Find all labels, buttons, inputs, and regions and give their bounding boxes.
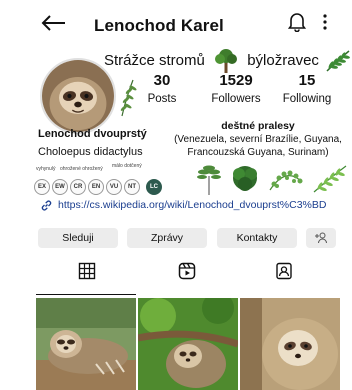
iucn-lc: LC <box>146 179 162 195</box>
iucn-ex: EX <box>34 179 50 195</box>
iucn-scale-labels: vyhynulý ohrožené ohrožený málo dotčený <box>36 163 176 176</box>
fern-icon <box>326 50 351 72</box>
reels-icon[interactable] <box>178 262 196 280</box>
habitat-line-2: Francouzská Guyana, Surinam) <box>187 147 329 158</box>
sloth-avatar-image <box>42 60 114 132</box>
stat-posts[interactable]: 30 Posts <box>136 72 188 105</box>
habitat-info: deštné pralesy (Venezuela, severní Brazí… <box>166 120 350 159</box>
tagged-icon[interactable] <box>275 262 293 280</box>
bio-link[interactable]: https://cs.wikipedia.org/wiki/Lenochod_d… <box>40 198 350 214</box>
iucn-en: EN <box>88 179 104 195</box>
iucn-cr: CR <box>70 179 86 195</box>
link-icon <box>41 200 52 211</box>
followers-label: Followers <box>211 93 261 105</box>
bio-tagline-part2: býložravec <box>247 51 319 69</box>
add-user-icon <box>315 232 327 244</box>
iucn-vu: VU <box>106 179 122 195</box>
contacts-button[interactable]: Kontakty <box>217 228 297 248</box>
add-user-button[interactable] <box>306 228 336 248</box>
followers-count: 1529 <box>219 72 253 89</box>
sloth-photo-3 <box>240 298 340 390</box>
profile-tabs <box>0 256 352 295</box>
stat-following[interactable]: 15 Following <box>272 72 342 105</box>
bio-tagline-part1: Strážce stromů <box>104 51 205 69</box>
top-bar: Lenochod Karel <box>0 0 352 44</box>
arrow-left-icon[interactable] <box>40 14 66 32</box>
more-vertical-icon[interactable] <box>322 12 328 32</box>
post-grid <box>36 298 348 390</box>
habitat-line-1: (Venezuela, severní Brazílie, Guyana, <box>174 134 342 145</box>
habitat-title: deštné pralesy <box>221 120 295 132</box>
iucn-label-threatened: ohrožené ohrožený <box>60 166 103 172</box>
post-thumbnail[interactable] <box>36 298 136 390</box>
following-label: Following <box>282 93 332 105</box>
iucn-nt: NT <box>124 179 140 195</box>
posts-count: 30 <box>153 72 171 89</box>
post-thumbnail[interactable] <box>138 298 238 390</box>
message-button[interactable]: Zprávy <box>127 228 207 248</box>
vine-icon <box>269 170 303 191</box>
post-thumbnail[interactable] <box>240 298 340 390</box>
bush-icon <box>233 166 257 191</box>
leaf-sprig-icon <box>120 79 137 117</box>
profile-username: Lenochod Karel <box>94 16 224 35</box>
stat-followers[interactable]: 1529 Followers <box>196 72 276 105</box>
tree-icon <box>215 49 238 73</box>
sloth-photo-1 <box>36 298 136 390</box>
species-common-name: Lenochod dvouprstý <box>38 128 147 140</box>
bio-tagline: Strážce stromů býložravec <box>104 46 351 74</box>
iucn-label-extinct: vyhynulý <box>36 166 56 172</box>
bio-link-text[interactable]: https://cs.wikipedia.org/wiki/Lenochod_d… <box>58 199 326 211</box>
posts-label: Posts <box>147 93 177 105</box>
active-tab-indicator <box>36 294 136 295</box>
bell-icon[interactable] <box>288 12 306 32</box>
species-latin-name: Choloepus didactylus <box>38 146 143 158</box>
fern-cluster-icon <box>313 165 347 193</box>
following-count: 15 <box>298 72 316 89</box>
profile-avatar[interactable] <box>40 58 116 134</box>
sloth-photo-2 <box>138 298 238 390</box>
iucn-label-least-concern: málo dotčený <box>112 163 142 169</box>
following-button[interactable]: Sleduji <box>38 228 118 248</box>
iucn-ew: EW <box>52 179 68 195</box>
grid-icon[interactable] <box>78 262 96 280</box>
tree-sketch-icon <box>197 165 221 195</box>
plant-illustrations <box>190 162 350 196</box>
